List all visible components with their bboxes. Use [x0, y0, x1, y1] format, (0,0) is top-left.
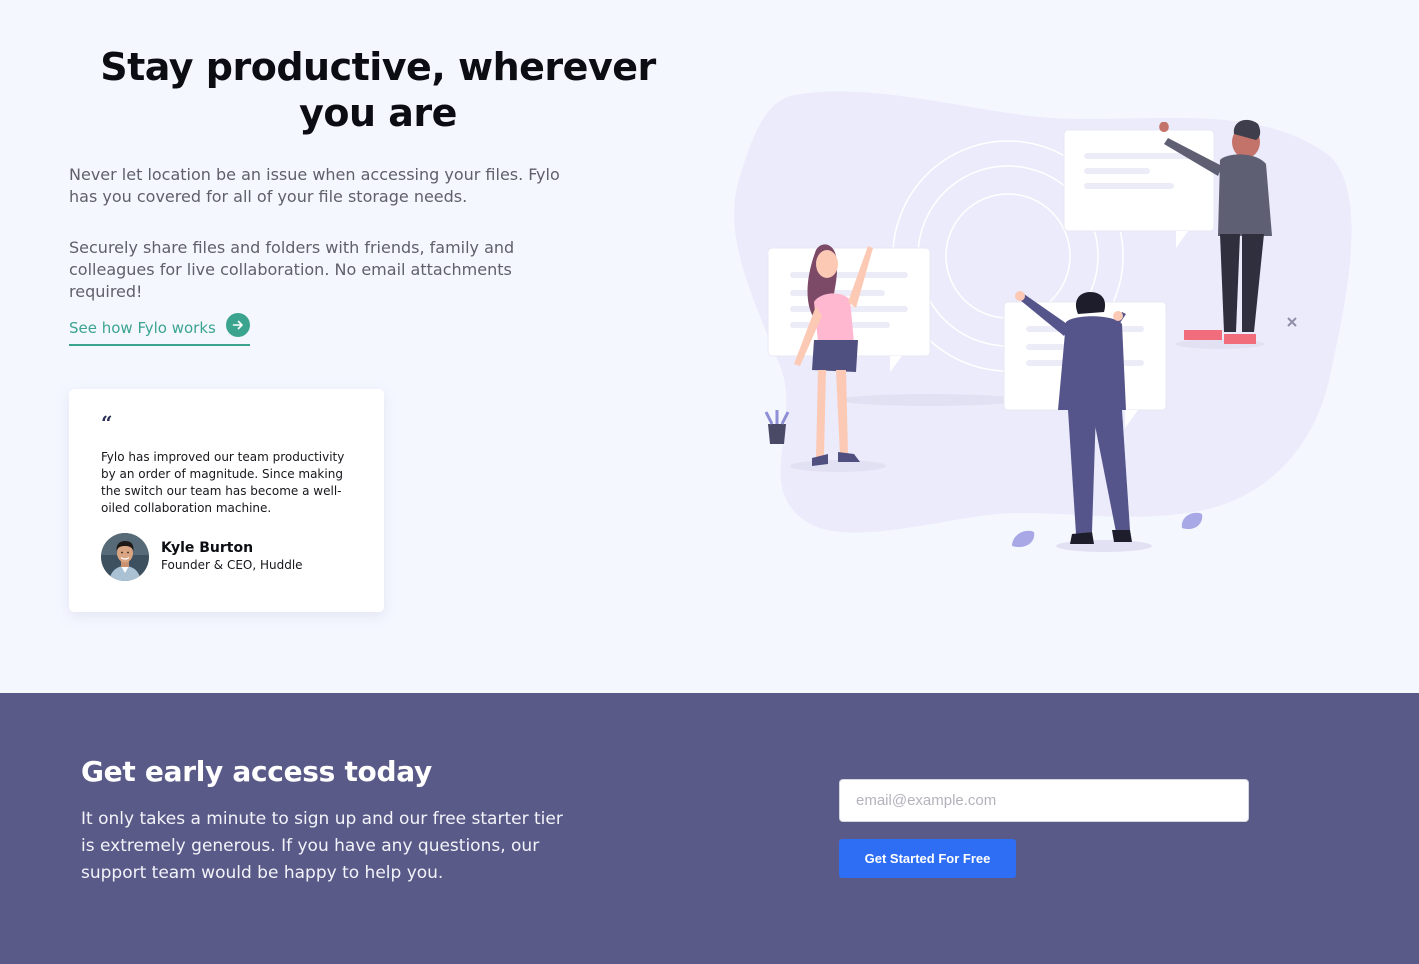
see-how-fylo-works-link[interactable]: See how Fylo works	[69, 312, 250, 346]
intro-paragraph: Never let location be an issue when acce…	[69, 165, 560, 206]
productive-section: Stay productive, wherever you are Never …	[0, 0, 1419, 693]
stay-productive-illustration	[730, 86, 1360, 566]
early-access-section: Get early access today It only takes a m…	[0, 693, 1419, 964]
get-started-button[interactable]: Get Started For Free	[839, 839, 1016, 878]
email-field[interactable]	[839, 779, 1249, 822]
section-headline: Stay productive, wherever you are	[100, 45, 656, 135]
testimonial-card: “ Fylo has improved our team productivit…	[69, 389, 384, 612]
testimonial-quote: Fylo has improved our team productivity …	[101, 450, 345, 515]
early-access-text: It only takes a minute to sign up and ou…	[81, 809, 563, 883]
arrow-right-icon	[226, 313, 250, 337]
testimonial-author-name: Kyle Burton	[161, 540, 254, 556]
see-how-link-label: See how Fylo works	[69, 319, 216, 337]
avatar	[101, 533, 149, 581]
share-paragraph: Securely share files and folders with fr…	[69, 238, 515, 301]
quote-icon: “	[101, 411, 113, 435]
testimonial-author-role: Founder & CEO, Huddle	[161, 558, 303, 572]
early-access-title: Get early access today	[81, 755, 432, 788]
